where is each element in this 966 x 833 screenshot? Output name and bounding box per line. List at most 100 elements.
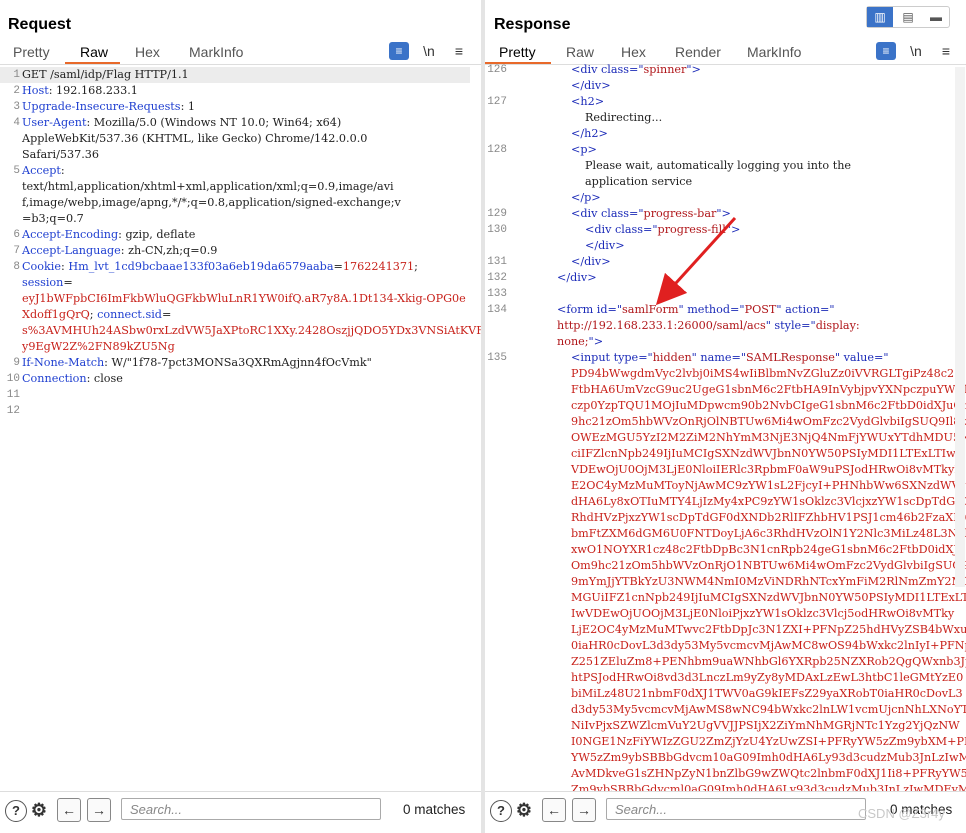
code-token: <div — [585, 223, 615, 236]
code-line: 8 Cookie: Hm_lvt_1cd9bcbaae133f03a6eb19da… — [0, 259, 470, 275]
line-number: 126 — [487, 64, 507, 76]
code-token: spinner — [643, 63, 687, 76]
code-token: : zh-CN,zh;q=0.9 — [120, 244, 218, 257]
line-number: 130 — [487, 224, 507, 236]
tab-hex[interactable]: Hex — [135, 44, 160, 60]
tab-raw[interactable]: Raw — [566, 44, 594, 60]
code-token: Upgrade-Insecure-Requests — [22, 100, 181, 113]
code-line: ciIFZlcnNpb249IjIuMCIgSXNzdWVJbnN0YW50PS… — [485, 446, 956, 462]
line-text: xwO1NOYXR1cz48c2FtbDpBc3N1cnRpb24geG1sbn… — [571, 542, 965, 558]
line-number: 127 — [487, 96, 507, 108]
tab-pretty[interactable]: Pretty — [13, 44, 50, 60]
request-pane: Request Pretty Raw Hex MarkInfo ≡ \n ≡ 1… — [0, 0, 481, 833]
code-token: method — [687, 303, 731, 316]
line-text: <form id="samlForm" method="POST" action… — [557, 302, 835, 318]
settings-gear-icon[interactable]: ⚙ — [29, 800, 49, 820]
tab-hex[interactable]: Hex — [621, 44, 646, 60]
tab-markinfo[interactable]: MarkInfo — [747, 44, 801, 60]
settings-gear-icon[interactable]: ⚙ — [514, 800, 534, 820]
code-line: OWEzMGU5YzI2M2ZiM2NhYmM3NjE3NjQ4NmFjYWUx… — [485, 430, 966, 446]
code-token: : Mozilla/5.0 (Windows NT 10.0; Win64; x… — [86, 116, 342, 129]
code-token: =" — [730, 303, 745, 316]
code-token: f,image/webp,image/apng,*/*;q=0.8,applic… — [22, 196, 401, 209]
response-scrollbar[interactable] — [955, 67, 965, 587]
code-token: "> — [725, 223, 741, 236]
newline-icon[interactable]: \n — [419, 42, 439, 60]
code-token: Z251ZEluZm8+PENhbm9uaWNhbGl6YXRpb25NZXRo… — [571, 655, 966, 668]
line-text: 9mYmJjYTBkYzU3NWM4NmI0MzViNDRhNTcxYmFiM2… — [571, 574, 966, 590]
line-text: Accept-Encoding: gzip, deflate — [22, 227, 195, 243]
code-token: Safari/537.36 — [22, 148, 99, 161]
line-text: s%3AVMHUh24ASbw0rxLzdVW5JaXPtoRC1XXy.242… — [22, 323, 481, 339]
line-text: 0iaHR0cDovL3d3dy53My5vcmcvMjAwMC8wOS94bW… — [571, 638, 966, 654]
code-token: 1762241371 — [342, 260, 415, 273]
code-line: 129 <div class="progress-bar"> — [485, 206, 955, 222]
next-match-button[interactable]: → — [87, 798, 111, 822]
code-line: d3dy53My5vcmcvMjAwMS8wNC94bWxkc2lnLW1vcm… — [485, 702, 966, 718]
line-text: =b3;q=0.7 — [22, 211, 84, 227]
code-token: id — [596, 303, 608, 316]
menu-icon[interactable]: ≡ — [936, 42, 956, 60]
code-line: 126 <div class="spinner"> — [485, 62, 955, 78]
code-token: POST — [744, 303, 777, 316]
code-line: biMiLz48U21nbmF0dXJ1TWV0aG9kIEFsZ29yaXRo… — [485, 686, 963, 702]
newline-icon[interactable]: \n — [906, 42, 926, 60]
layout-single-icon[interactable]: ▬ — [923, 7, 949, 27]
wrap-lines-icon[interactable]: ≡ — [876, 42, 896, 60]
line-text: Om9hc21zOm5hbWVzOnRjO1NBTUw6Mi4wOmFzc2Vy… — [571, 558, 966, 574]
search-input[interactable]: Search... — [121, 798, 381, 820]
code-token: =" — [638, 351, 653, 364]
code-line: y9EgW2Z%2FN89kZU5Ng — [0, 339, 470, 355]
request-title: Request — [8, 16, 72, 33]
line-text: htPSJodHRwOi8vd3d3LnczLm9yZy8yMDAxLzEwL3… — [571, 670, 963, 686]
code-token: =" — [801, 319, 816, 332]
help-icon[interactable]: ? — [490, 800, 512, 822]
previous-match-button[interactable]: ← — [542, 798, 566, 822]
line-number: 11 — [6, 389, 20, 401]
match-count: 0 matches — [403, 802, 466, 817]
code-token: type — [613, 351, 639, 364]
line-text: <input type="hidden" name="SAMLResponse"… — [571, 350, 889, 366]
next-match-button[interactable]: → — [572, 798, 596, 822]
code-token: connect.sid — [97, 308, 162, 321]
code-token: =" — [874, 351, 889, 364]
menu-icon[interactable]: ≡ — [449, 42, 469, 60]
line-text: application service — [585, 174, 692, 190]
tab-pretty[interactable]: Pretty — [499, 44, 536, 60]
code-line: 9 If-None-Match: W/"1f78-7pct3MONSa3QXRmA… — [0, 355, 470, 371]
code-token: =" — [607, 303, 623, 316]
request-footer: ? ⚙ ← → Search... 0 matches — [0, 791, 481, 833]
code-token: display: — [815, 319, 860, 332]
line-text: GET /saml/idp/Flag HTTP/1.1 — [22, 67, 189, 83]
line-text: Redirecting... — [585, 110, 662, 126]
code-line: 131 </div> — [485, 254, 955, 270]
code-token: 9hc21zOm5hbWVzOnRjOlNBTUw6Mi4wOmFzc2VydG… — [571, 415, 966, 428]
code-line: E2OC4yMzMuMToyNjAwMC9zYW1sL2FjcyI+PHNhbW… — [485, 478, 966, 494]
line-text: FtbHA6UmVzcG9uc2UgeG1sbnM6c2FtbHA9InVybj… — [571, 382, 966, 398]
line-text: <h2> — [571, 94, 604, 110]
tab-raw[interactable]: Raw — [80, 44, 108, 60]
code-token: </div> — [557, 271, 597, 284]
tab-render[interactable]: Render — [675, 44, 721, 60]
code-token: " — [776, 303, 786, 316]
line-text: Upgrade-Insecure-Requests: 1 — [22, 99, 195, 115]
layout-side-by-side-icon[interactable]: ▥ — [867, 7, 893, 27]
line-number: 129 — [487, 208, 507, 220]
wrap-lines-icon[interactable]: ≡ — [389, 42, 409, 60]
layout-stacked-icon[interactable]: ▤ — [895, 7, 921, 27]
line-text: <p> — [571, 142, 597, 158]
code-token: <form — [557, 303, 597, 316]
code-token: = — [63, 276, 73, 289]
help-icon[interactable]: ? — [5, 800, 27, 822]
code-token: class — [601, 207, 629, 220]
previous-match-button[interactable]: ← — [57, 798, 81, 822]
code-token: </p> — [571, 191, 601, 204]
code-line: f,image/webp,image/apng,*/*;q=0.8,applic… — [0, 195, 470, 211]
search-input[interactable]: Search... — [606, 798, 866, 820]
line-number: 133 — [487, 288, 507, 300]
tab-markinfo[interactable]: MarkInfo — [189, 44, 243, 60]
code-line: MGUiIFZ1cnNpb249IjIuMCIgSXNzdWVJbnN0YW50… — [485, 590, 966, 606]
code-token: " — [678, 303, 688, 316]
code-line: http://192.168.233.1:26000/saml/acs" sty… — [485, 318, 955, 334]
code-line: Om9hc21zOm5hbWVzOnRjO1NBTUw6Mi4wOmFzc2Vy… — [485, 558, 966, 574]
